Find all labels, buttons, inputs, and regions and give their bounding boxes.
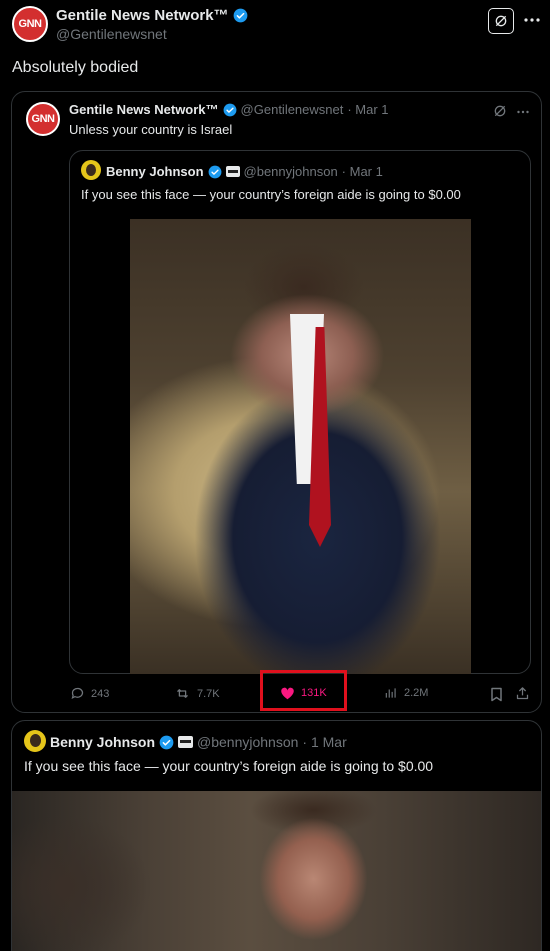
nested-post-text: If you see this face — your country’s fo… xyxy=(81,187,461,202)
quoted-author-name[interactable]: Gentile News Network™ xyxy=(69,102,219,117)
verified-badge-icon xyxy=(233,8,247,23)
bookmark-icon xyxy=(491,687,502,702)
post-author-row: Gentile News Network™ xyxy=(56,7,248,24)
verified-badge-icon xyxy=(208,165,221,178)
repost-icon xyxy=(177,689,188,698)
nested-post-date[interactable]: · Mar 1 xyxy=(342,164,383,179)
original-post-image[interactable] xyxy=(12,791,541,951)
original-author-avatar[interactable] xyxy=(24,730,46,752)
repost-count: 7.7K xyxy=(197,687,220,700)
reply-button[interactable]: 243 xyxy=(70,686,109,701)
nested-author-name[interactable]: Benny Johnson xyxy=(106,164,204,179)
more-icon xyxy=(524,18,540,22)
original-author-name[interactable]: Benny Johnson xyxy=(50,734,155,750)
affiliate-badge-icon xyxy=(225,166,240,177)
quoted-more-button[interactable] xyxy=(515,105,531,123)
reply-icon xyxy=(71,687,84,700)
like-button[interactable]: 131K xyxy=(280,686,327,700)
author-avatar[interactable]: GNN xyxy=(12,6,48,42)
more-button[interactable] xyxy=(523,12,543,28)
reply-count: 243 xyxy=(91,687,110,700)
views-icon xyxy=(385,688,396,698)
quoted-post-date[interactable]: · Mar 1 xyxy=(347,102,388,117)
quoted-author-avatar[interactable]: GNN xyxy=(26,102,60,136)
more-icon xyxy=(517,110,529,114)
nested-author-handle[interactable]: @bennyjohnson xyxy=(244,164,338,179)
like-count: 131K xyxy=(301,687,327,699)
original-post-text: If you see this face — your country’s fo… xyxy=(24,758,434,774)
grok-icon xyxy=(494,105,506,117)
nested-author-row: Benny Johnson @bennyjohnson · Mar 1 xyxy=(106,164,383,179)
quoted-author-handle[interactable]: @Gentilenewsnet xyxy=(241,102,344,117)
heart-icon xyxy=(281,687,294,700)
original-author-row: Benny Johnson @bennyjohnson · 1 Mar xyxy=(50,734,347,750)
post-image[interactable] xyxy=(130,219,471,674)
author-name[interactable]: Gentile News Network™ xyxy=(56,7,229,24)
share-button[interactable] xyxy=(515,686,530,706)
quoted-author-row: Gentile News Network™ @Gentilenewsnet · … xyxy=(69,102,389,117)
views-count: 2.2M xyxy=(404,687,429,699)
original-post-date[interactable]: · 1 Mar xyxy=(302,734,346,750)
author-handle[interactable]: @Gentilenewsnet xyxy=(56,26,167,42)
quoted-post-text: Unless your country is Israel xyxy=(69,122,233,137)
grok-button[interactable] xyxy=(488,8,514,34)
affiliate-badge-icon xyxy=(178,736,194,748)
post-text: Absolutely bodied xyxy=(12,59,139,76)
views-button[interactable]: 2.2M xyxy=(384,686,428,700)
repost-button[interactable]: 7.7K xyxy=(174,686,220,701)
nested-author-avatar[interactable] xyxy=(81,160,101,180)
avatar-text: GNN xyxy=(18,18,42,30)
verified-badge-icon xyxy=(223,103,236,116)
avatar-text: GNN xyxy=(31,113,55,125)
share-icon xyxy=(516,687,529,700)
verified-badge-icon xyxy=(159,735,174,749)
bookmark-button[interactable] xyxy=(490,687,503,707)
grok-icon xyxy=(495,15,507,27)
quoted-grok-button[interactable] xyxy=(492,103,508,124)
original-author-handle[interactable]: @bennyjohnson xyxy=(197,734,298,750)
